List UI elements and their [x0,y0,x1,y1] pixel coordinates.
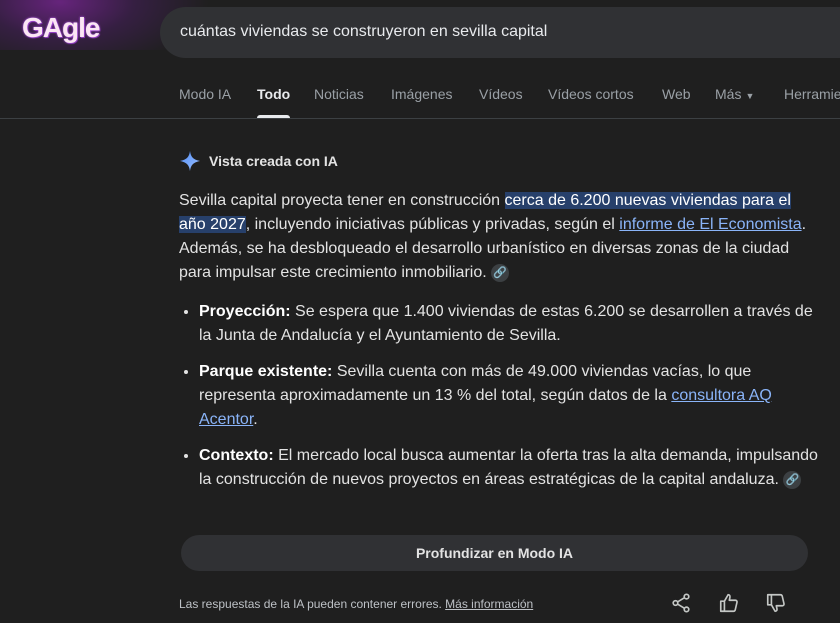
source-link-el-economista[interactable]: informe de El Economista [619,216,801,233]
google-doodle-logo[interactable]: GAgle [22,12,100,44]
caret-down-icon: ▼ [745,91,755,101]
ai-overview-header: Vista creada con IA [179,150,338,172]
list-item: Proyección: Se espera que 1.400 vivienda… [199,300,829,348]
tab-videos-cortos[interactable]: Vídeos cortos [548,86,634,118]
deep-dive-ai-mode-button[interactable]: Profundizar en Modo IA [181,535,808,571]
bullet-text: El mercado local busca aumentar la ofert… [199,447,818,488]
search-query[interactable]: cuántas viviendas se construyeron en sev… [180,23,547,41]
tab-modo-ia[interactable]: Modo IA [179,86,231,118]
more-info-link[interactable]: Más información [445,597,533,611]
bullet-title: Contexto: [199,447,274,464]
disclaimer-text: Las respuestas de la IA pueden contener … [179,597,446,611]
summary-text: , incluyendo iniciativas públicas y priv… [245,216,620,233]
bullet-title: Proyección: [199,303,291,320]
tab-herramientas[interactable]: Herramie [784,86,840,118]
bullet-title: Parque existente: [199,363,333,380]
tab-imagenes[interactable]: Imágenes [391,86,452,118]
header: GAgle cuántas viviendas se construyeron … [0,0,840,119]
tab-noticias[interactable]: Noticias [314,86,364,118]
ai-overview-title: Vista creada con IA [209,153,338,169]
thumbs-down-icon[interactable] [765,592,787,614]
tab-web[interactable]: Web [662,86,691,118]
tab-videos[interactable]: Vídeos [479,86,523,118]
tab-mas-label: Más [715,86,742,102]
ai-disclaimer: Las respuestas de la IA pueden contener … [179,597,533,611]
ai-summary-paragraph: Sevilla capital proyecta tener en constr… [179,189,809,285]
tab-todo[interactable]: Todo [257,86,291,118]
ai-bullet-list: Proyección: Se espera que 1.400 vivienda… [179,300,829,504]
bullet-text: . [253,411,258,428]
share-icon[interactable] [670,592,692,614]
link-icon[interactable]: 🔗 [491,263,510,282]
tab-mas[interactable]: Más ▼ [715,86,754,118]
summary-text: Sevilla capital proyecta tener en constr… [179,192,505,209]
list-item: Parque existente: Sevilla cuenta con más… [199,360,829,432]
bullet-text: Se espera que 1.400 viviendas de estas 6… [199,303,813,344]
search-box[interactable]: cuántas viviendas se construyeron en sev… [160,7,840,58]
list-item: Contexto: El mercado local busca aumenta… [199,444,829,492]
link-icon[interactable]: 🔗 [783,470,802,489]
thumbs-up-icon[interactable] [718,592,740,614]
sparkle-icon [179,150,201,172]
